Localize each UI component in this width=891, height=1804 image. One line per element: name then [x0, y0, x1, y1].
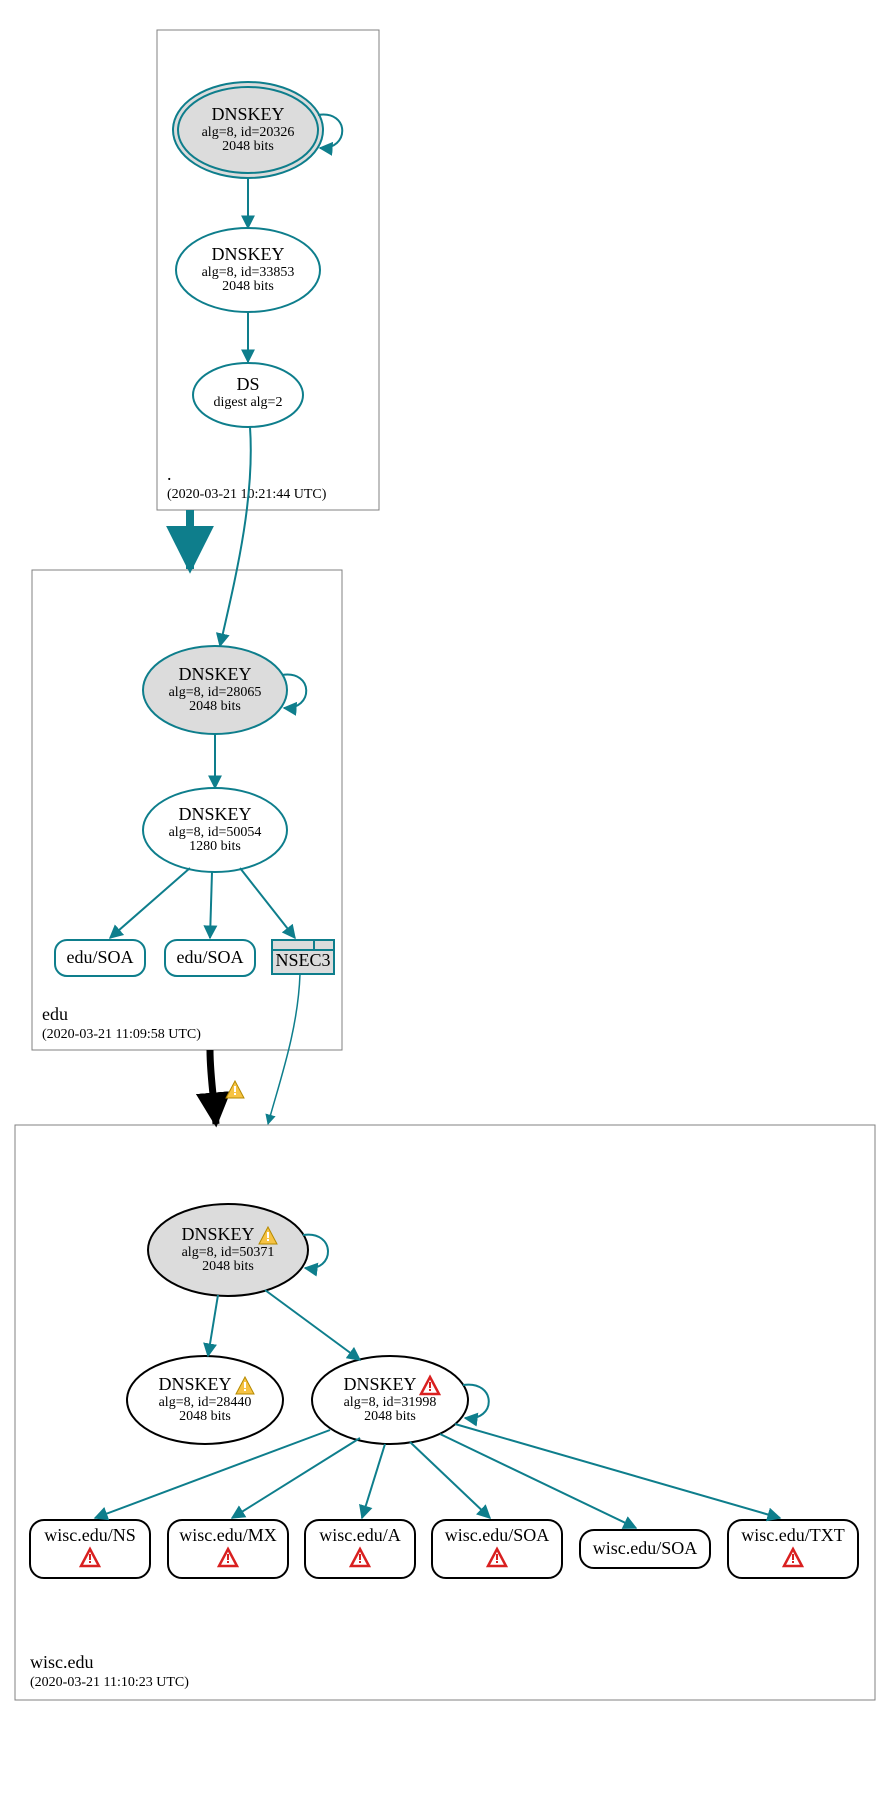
svg-text:alg=8, id=28440: alg=8, id=28440 [159, 1395, 252, 1410]
svg-text:wisc.edu/SOA: wisc.edu/SOA [445, 1525, 550, 1545]
svg-text:wisc.edu/NS: wisc.edu/NS [44, 1525, 136, 1545]
svg-text:DNSKEY: DNSKEY [211, 104, 284, 124]
svg-text:wisc.edu/SOA: wisc.edu/SOA [593, 1538, 698, 1558]
svg-text:alg=8, id=50054: alg=8, id=50054 [169, 825, 262, 840]
svg-text:DNSKEY: DNSKEY [211, 244, 284, 264]
node-edu-soa2: edu/SOA [165, 940, 255, 976]
node-wisc-zsk2: DNSKEY alg=8, id=31998 2048 bits [312, 1356, 468, 1444]
svg-text:wisc.edu/A: wisc.edu/A [319, 1525, 400, 1545]
node-wisc-a: wisc.edu/A [305, 1520, 415, 1578]
svg-text:2048 bits: 2048 bits [222, 279, 274, 294]
edge-zsk2-txt [455, 1424, 780, 1518]
svg-text:wisc.edu/TXT: wisc.edu/TXT [741, 1525, 844, 1545]
node-wisc-mx: wisc.edu/MX [168, 1520, 288, 1578]
zone-label-edu-time: (2020-03-21 11:09:58 UTC) [42, 1027, 201, 1042]
node-root-ksk: DNSKEY alg=8, id=20326 2048 bits [173, 82, 323, 178]
edge-wisc-ksk-zsk1 [208, 1295, 218, 1356]
svg-text:2048 bits: 2048 bits [189, 699, 241, 714]
node-wisc-soa2: wisc.edu/SOA [580, 1530, 710, 1568]
svg-text:digest alg=2: digest alg=2 [214, 395, 283, 410]
node-root-ds: DS digest alg=2 [193, 363, 303, 427]
zone-label-wisc-time: (2020-03-21 11:10:23 UTC) [30, 1675, 189, 1690]
svg-text:2048 bits: 2048 bits [364, 1409, 416, 1424]
svg-text:edu/SOA: edu/SOA [67, 947, 134, 967]
edge-nsec3-wisc [268, 974, 300, 1124]
svg-text:DNSKEY: DNSKEY [178, 804, 251, 824]
edge-delegation-edu-wisc [210, 1050, 216, 1124]
zone-label-root-name: . [167, 464, 172, 484]
node-wisc-ksk: DNSKEY alg=8, id=50371 2048 bits [148, 1204, 308, 1296]
node-wisc-soa1: wisc.edu/SOA [432, 1520, 562, 1578]
edge-edu-zsk-nsec3 [240, 868, 295, 938]
edge-wisc-ksk-zsk2 [265, 1290, 360, 1360]
svg-text:NSEC3: NSEC3 [275, 950, 330, 970]
node-edu-zsk: DNSKEY alg=8, id=50054 1280 bits [143, 788, 287, 872]
node-root-zsk: DNSKEY alg=8, id=33853 2048 bits [176, 228, 320, 312]
node-wisc-txt: wisc.edu/TXT [728, 1520, 858, 1578]
zone-label-wisc-name: wisc.edu [30, 1652, 93, 1672]
edge-edu-zsk-soa1 [110, 868, 190, 938]
svg-text:alg=8, id=33853: alg=8, id=33853 [202, 265, 295, 280]
zone-label-root-time: (2020-03-21 10:21:44 UTC) [167, 487, 327, 502]
svg-text:DNSKEY: DNSKEY [158, 1374, 231, 1394]
zone-label-edu-name: edu [42, 1004, 68, 1024]
node-edu-soa1: edu/SOA [55, 940, 145, 976]
svg-text:2048 bits: 2048 bits [179, 1409, 231, 1424]
warning-icon [226, 1081, 244, 1098]
edge-zsk2-a [362, 1444, 385, 1518]
svg-text:1280 bits: 1280 bits [189, 839, 241, 854]
dnssec-diagram: . (2020-03-21 10:21:44 UTC) DNSKEY alg=8… [0, 0, 891, 1804]
svg-text:DNSKEY: DNSKEY [343, 1374, 416, 1394]
node-edu-ksk: DNSKEY alg=8, id=28065 2048 bits [143, 646, 287, 734]
svg-text:alg=8, id=20326: alg=8, id=20326 [202, 125, 295, 140]
svg-text:edu/SOA: edu/SOA [177, 947, 244, 967]
node-wisc-ns: wisc.edu/NS [30, 1520, 150, 1578]
svg-text:2048 bits: 2048 bits [202, 1259, 254, 1274]
edge-ds-edu-ksk [220, 427, 251, 646]
svg-text:alg=8, id=28065: alg=8, id=28065 [169, 685, 262, 700]
svg-text:alg=8, id=31998: alg=8, id=31998 [344, 1395, 437, 1410]
svg-text:DNSKEY: DNSKEY [181, 1224, 254, 1244]
svg-text:alg=8, id=50371: alg=8, id=50371 [182, 1245, 275, 1260]
edge-edu-zsk-soa2 [210, 872, 212, 938]
node-edu-nsec3: NSEC3 [272, 940, 334, 974]
svg-text:2048 bits: 2048 bits [222, 139, 274, 154]
edge-zsk2-soa1 [410, 1442, 490, 1518]
svg-text:wisc.edu/MX: wisc.edu/MX [179, 1525, 277, 1545]
svg-text:DNSKEY: DNSKEY [178, 664, 251, 684]
edge-zsk2-mx [232, 1438, 360, 1518]
svg-text:DS: DS [236, 374, 259, 394]
node-wisc-zsk1: DNSKEY alg=8, id=28440 2048 bits [127, 1356, 283, 1444]
